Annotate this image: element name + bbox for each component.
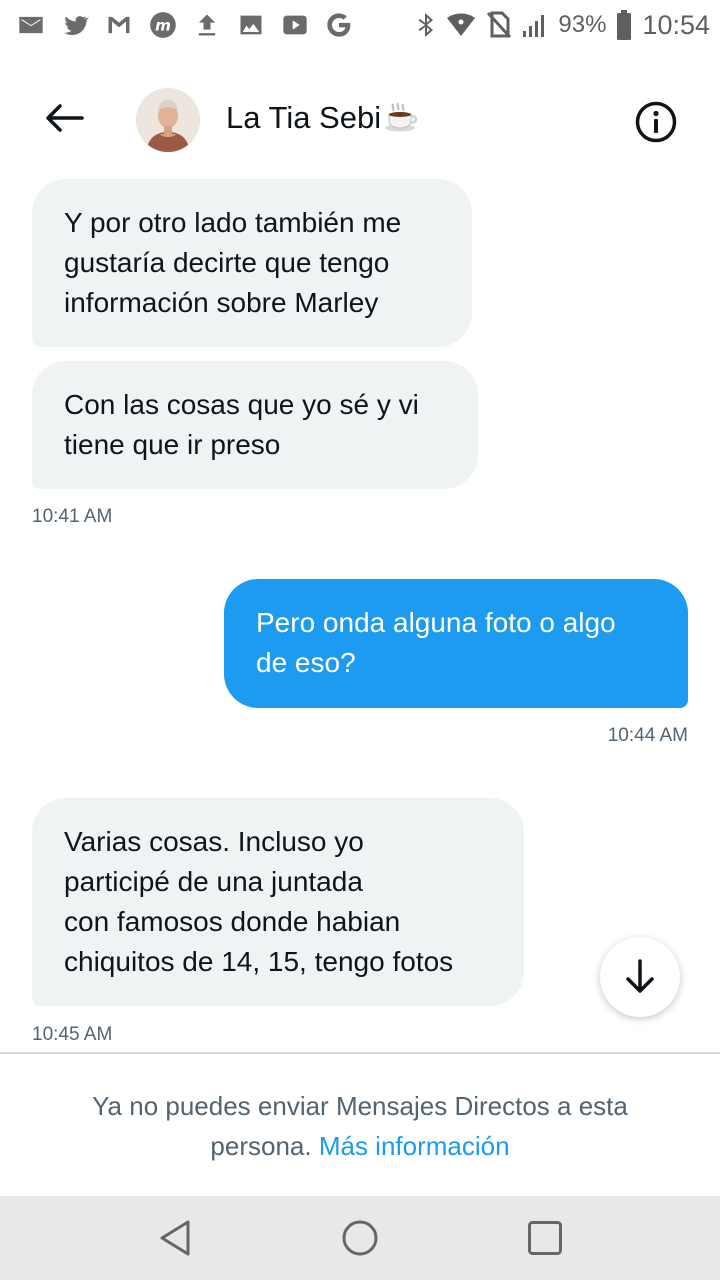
info-button[interactable] (634, 100, 678, 144)
dm-restriction-notice: Ya no puedes enviar Mensajes Directos a … (0, 1086, 720, 1166)
bluetooth-icon (418, 13, 434, 37)
info-icon (635, 101, 677, 143)
message-text: Pero onda alguna foto o algo de eso? (256, 607, 616, 678)
navigation-bar (0, 1196, 720, 1280)
twitter-icon (60, 10, 90, 40)
arrow-left-icon (46, 104, 84, 132)
message-timestamp: 10:45 AM (32, 1024, 113, 1045)
battery-percent: 93% (558, 11, 607, 38)
svg-text:m: m (155, 16, 171, 34)
message-bubble-incoming[interactable]: Varias cosas. Incluso yo participé de un… (32, 798, 524, 1006)
nav-back-button[interactable] (155, 1218, 195, 1258)
notification-icons: m (16, 10, 354, 40)
contact-name[interactable]: La Tia Sebi (226, 100, 419, 136)
youtube-icon (280, 10, 310, 40)
nav-recents-button[interactable] (525, 1218, 565, 1258)
divider (0, 1052, 720, 1054)
more-info-link[interactable]: Más información (319, 1131, 510, 1161)
message-text: Y por otro lado también me gustaría deci… (64, 207, 402, 318)
google-icon (324, 10, 354, 40)
gmail-icon (16, 10, 46, 40)
message-bubble-outgoing[interactable]: Pero onda alguna foto o algo de eso? (224, 579, 688, 708)
scroll-to-bottom-button[interactable] (600, 937, 680, 1017)
circle-home-icon (342, 1220, 378, 1256)
wifi-icon (447, 13, 476, 36)
no-sim-icon (487, 11, 512, 39)
battery-icon (617, 10, 632, 40)
contact-name-text: La Tia Sebi (226, 100, 382, 135)
avatar[interactable] (136, 88, 200, 152)
clock: 10:54 (642, 9, 710, 40)
message-timestamp: 10:41 AM (32, 506, 113, 527)
gmail-alt-icon (104, 10, 134, 40)
message-timestamp: 10:44 AM (607, 725, 688, 746)
arrow-down-icon (626, 959, 654, 993)
status-bar: m 93% 10:54 (0, 0, 720, 52)
triangle-back-icon (160, 1220, 190, 1256)
m-app-icon: m (148, 10, 178, 40)
square-recents-icon (528, 1221, 562, 1255)
signal-icon (523, 15, 545, 37)
nav-home-button[interactable] (340, 1218, 380, 1258)
message-text: Con las cosas que yo sé y vi tiene que i… (64, 389, 419, 460)
conversation-header: La Tia Sebi (0, 52, 720, 172)
back-button[interactable] (38, 96, 90, 140)
message-bubble-incoming[interactable]: Con las cosas que yo sé y vi tiene que i… (32, 361, 478, 489)
coffee-icon (383, 102, 419, 132)
upload-icon (192, 10, 222, 40)
message-bubble-incoming[interactable]: Y por otro lado también me gustaría deci… (32, 179, 472, 347)
system-status: 93% 10:54 (416, 8, 710, 42)
image-icon (236, 10, 266, 40)
message-text: Varias cosas. Incluso yo participé de un… (64, 826, 454, 977)
